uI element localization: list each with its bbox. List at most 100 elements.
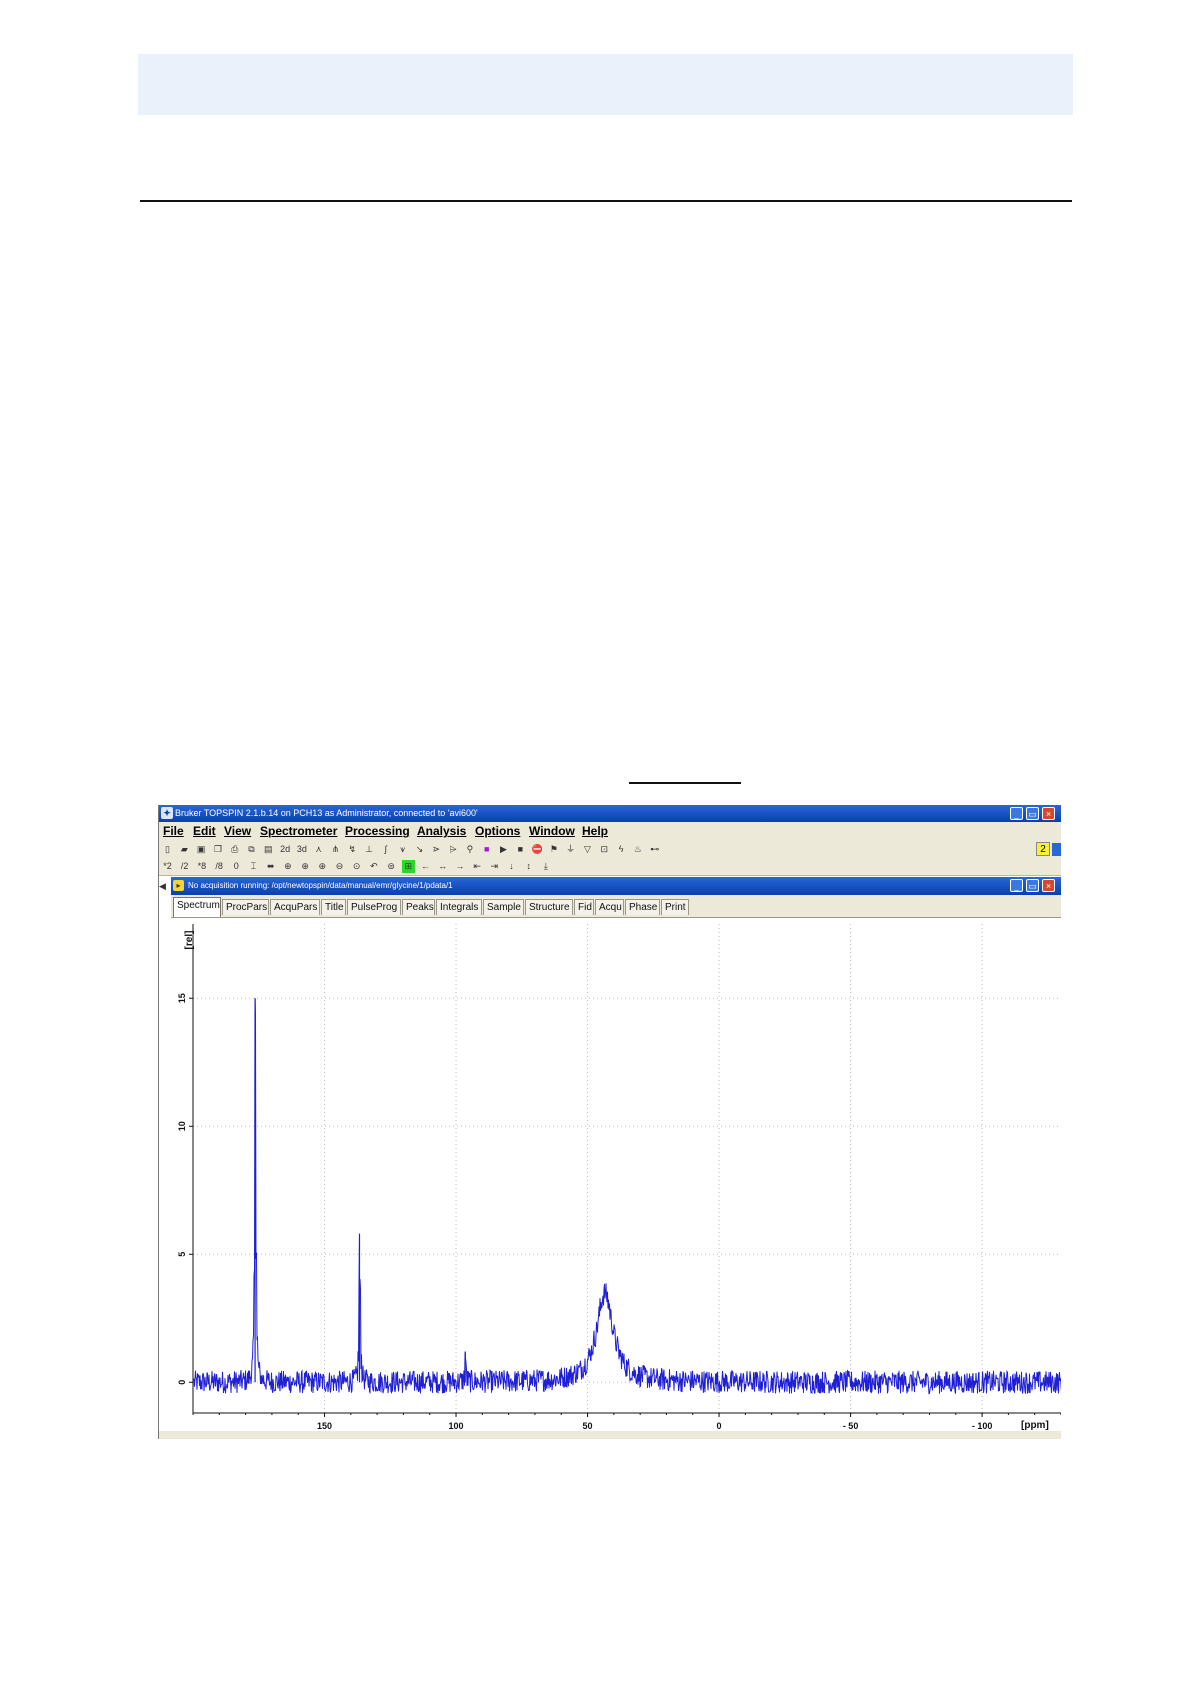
dataset-minimize-icon[interactable]: _ [1010, 879, 1023, 892]
go-end-icon[interactable]: ⇥ [488, 860, 501, 873]
reset-zero-icon[interactable]: 0 [230, 860, 243, 873]
minimize-icon[interactable]: _ [1010, 807, 1023, 820]
shift-both-icon[interactable]: ↔ [436, 860, 449, 873]
zoom-region-icon[interactable]: ⊜ [385, 860, 398, 873]
save-icon[interactable]: ▣ [195, 843, 208, 856]
paste-icon[interactable]: ▤ [262, 843, 275, 856]
chart-axes [192, 924, 1061, 1414]
zoom-in-icon[interactable]: ⊕ [299, 860, 312, 873]
multiplet-icon[interactable]: ⚲ [463, 843, 476, 856]
shift-down-icon[interactable]: ↓ [505, 860, 518, 873]
scale-div8-icon[interactable]: /8 [213, 860, 226, 873]
halt-icon[interactable]: ⛔ [531, 843, 544, 856]
menu-options[interactable]: Options [475, 822, 520, 841]
menu-analysis[interactable]: Analysis [417, 822, 466, 841]
tab-acqu[interactable]: Acqu [595, 899, 624, 915]
spectrum-icon[interactable]: ⋏ [312, 843, 325, 856]
funnel-icon[interactable]: ▽ [581, 843, 594, 856]
shift-left-icon[interactable]: ← [419, 860, 432, 873]
scale-div2-icon[interactable]: /2 [178, 860, 191, 873]
stop-icon[interactable]: ■ [514, 843, 527, 856]
link-icon[interactable]: ⊷ [648, 843, 661, 856]
shift-updown-icon[interactable]: ↕ [522, 860, 535, 873]
frame-icon[interactable]: ⊡ [598, 843, 611, 856]
scale-times2-icon[interactable]: *2 [161, 860, 174, 873]
baseline-icon[interactable]: ⊥ [363, 843, 376, 856]
dataset-maximize-icon[interactable]: ▭ [1026, 879, 1039, 892]
zoom-out-icon[interactable]: ⊖ [333, 860, 346, 873]
full-view-icon[interactable]: ⬌ [264, 860, 277, 873]
menu-spectrometer[interactable]: Spectrometer [260, 822, 337, 841]
go-start-icon[interactable]: ⇤ [471, 860, 484, 873]
menu-view[interactable]: View [224, 822, 251, 841]
play-icon[interactable]: ▶ [497, 843, 510, 856]
undo-zoom-icon[interactable]: ↶ [367, 860, 380, 873]
y-tick-label-3: 15 [177, 993, 187, 1003]
menu-edit[interactable]: Edit [193, 822, 216, 841]
spectrum-chart[interactable]: [rel] [ppm] 150 100 50 0 - 50 - 100 0 5 10 15 [171, 918, 1061, 1436]
stop-square-icon[interactable]: ■ [480, 843, 493, 856]
temperature-icon[interactable]: ♨ [631, 843, 644, 856]
chart-ticks: 150 100 50 0 - 50 - 100 0 5 10 15 [177, 993, 1061, 1431]
phase-icon[interactable]: ↯ [346, 843, 359, 856]
zoom-in-more-icon[interactable]: ⊕ [316, 860, 329, 873]
tab-peaks[interactable]: Peaks [402, 899, 435, 915]
copy-icon[interactable]: ❐ [211, 843, 224, 856]
grid-active-icon[interactable]: ⊞ [401, 860, 415, 873]
spectrum-plot-area[interactable]: [rel] [ppm] 150 100 50 0 - 50 - 100 0 5 10 15 [171, 918, 1061, 1436]
tab-phase[interactable]: Phase [625, 899, 660, 915]
flag-icon[interactable]: ⚑ [547, 843, 560, 856]
linewidth-icon[interactable]: ⩥ [447, 843, 460, 856]
topspin-window: ✦ Bruker TOPSPIN 2.1.b.14 on PCH13 as Ad… [158, 805, 1061, 1439]
tab-spectrum[interactable]: Spectrum [173, 897, 221, 917]
copy-data-icon[interactable]: ⧉ [245, 843, 258, 856]
tab-acqupars[interactable]: AcquPars [270, 899, 320, 915]
deconvolution-icon[interactable]: ⋗ [430, 843, 443, 856]
tab-title[interactable]: Title [321, 899, 346, 915]
tab-print[interactable]: Print [661, 899, 689, 915]
filter-icon[interactable]: ⏚ [564, 843, 577, 856]
3d-icon[interactable]: 3d [295, 843, 308, 856]
menu-window[interactable]: Window [529, 822, 575, 841]
tab-sample[interactable]: Sample [483, 899, 524, 915]
topspin-logo-icon: ✦ [161, 807, 173, 819]
figure-caption-underline [629, 782, 741, 784]
menu-processing[interactable]: Processing [345, 822, 410, 841]
tab-pulseprog[interactable]: PulseProg [347, 899, 401, 915]
dataset-titlebar[interactable]: ▸ No acquisition running: /opt/newtopspi… [171, 877, 1061, 895]
print-icon[interactable]: ⎙ [228, 843, 241, 856]
chart-grid [193, 924, 1061, 1413]
calibrate-icon[interactable]: ↘ [413, 843, 426, 856]
tab-integrals[interactable]: Integrals [436, 899, 482, 915]
menu-bar: File Edit View Spectrometer Processing A… [159, 822, 1061, 841]
tab-structure[interactable]: Structure [525, 899, 573, 915]
shift-bottom-icon[interactable]: ⤓ [539, 860, 552, 873]
window-count-badge[interactable]: 2 [1036, 842, 1050, 856]
new-file-icon[interactable]: ▯ [161, 843, 174, 856]
menu-help[interactable]: Help [582, 822, 608, 841]
close-icon[interactable]: × [1042, 807, 1055, 820]
dataset-close-icon[interactable]: × [1042, 879, 1055, 892]
integrate-icon[interactable]: ∫ [379, 843, 392, 856]
zoom-icon[interactable]: ⊕ [281, 860, 294, 873]
menu-file[interactable]: File [163, 822, 184, 841]
x-tick-label-0: 150 [317, 1421, 332, 1431]
multiplot-icon[interactable]: ⋔ [329, 843, 342, 856]
scale-times8-icon[interactable]: *8 [195, 860, 208, 873]
peak-pick-icon[interactable]: ⩛ [396, 843, 409, 856]
dataset-folder-icon: ▸ [173, 880, 184, 891]
lightning-icon[interactable]: ϟ [615, 843, 628, 856]
collapse-arrow-icon[interactable]: ◀ [159, 879, 167, 893]
shift-right-icon[interactable]: → [453, 860, 466, 873]
open-folder-icon[interactable]: ▰ [178, 843, 191, 856]
window-titlebar[interactable]: ✦ Bruker TOPSPIN 2.1.b.14 on PCH13 as Ad… [159, 805, 1061, 822]
display-toolbar: *2/2 *8/8 0 ⌶ ⬌ ⊕ ⊕ ⊕ ⊖ ⊙ ↶ ⊜ ⊞ ← ↔ → ⇤ ⇥ ↓ ↕ ⤓ [159, 858, 1061, 876]
maximize-icon[interactable]: ▭ [1026, 807, 1039, 820]
toolbar-overflow-icon[interactable] [1052, 843, 1061, 856]
main-toolbar: 2 ▯ ▰ ▣ ❐ ⎙ ⧉ ▤ 2d 3d ⋏ ⋔ ↯ ⊥ ∫ ⩛ ↘ ⋗ ⩥ ⚲ ■ ▶ ■ ⛔ ⚑ ⏚ ▽ ⊡ ϟ ♨ ⊷ [159, 841, 1061, 858]
2d-icon[interactable]: 2d [279, 843, 292, 856]
intensity-icon[interactable]: ⌶ [247, 860, 260, 873]
tab-procpars[interactable]: ProcPars [222, 899, 269, 915]
zoom-reset-icon[interactable]: ⊙ [350, 860, 363, 873]
tab-fid[interactable]: Fid [574, 899, 594, 915]
